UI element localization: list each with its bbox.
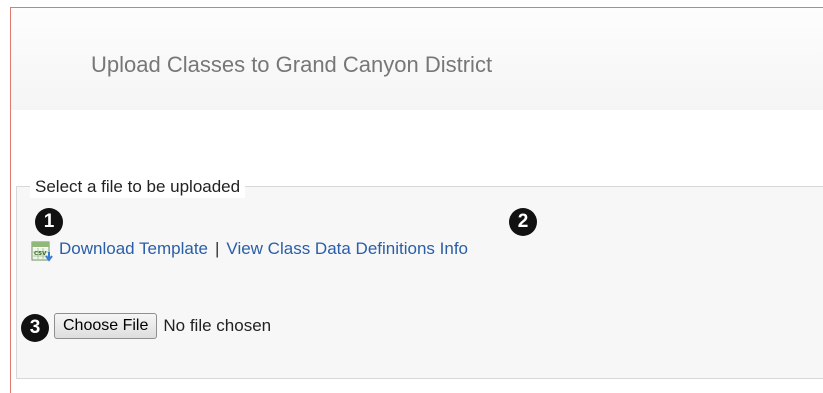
frame-top-border [10, 7, 823, 8]
file-input[interactable]: Choose File No file chosen [54, 313, 271, 339]
template-links-row: CSV Download Template | View Class Data … [31, 237, 468, 263]
download-template-link[interactable]: Download Template [59, 239, 208, 259]
page: Upload Classes to Grand Canyon District … [0, 0, 823, 393]
svg-text:CSV: CSV [34, 251, 47, 257]
link-separator: | [215, 239, 220, 258]
frame-left-border [10, 7, 11, 393]
choose-file-button[interactable]: Choose File [54, 313, 158, 339]
view-class-data-definitions-link[interactable]: View Class Data Definitions Info [226, 239, 468, 259]
step-3-badge: 3 [21, 314, 49, 342]
step-2-badge: 2 [509, 208, 537, 236]
upload-fieldset-legend: Select a file to be uploaded [30, 176, 246, 198]
page-title: Upload Classes to Grand Canyon District [91, 52, 493, 77]
file-status-text: No file chosen [163, 316, 272, 335]
upload-fieldset [16, 186, 823, 379]
step-1-badge: 1 [35, 208, 63, 236]
csv-file-download-icon[interactable]: CSV [31, 239, 55, 263]
page-header: Upload Classes to Grand Canyon District [11, 8, 823, 110]
